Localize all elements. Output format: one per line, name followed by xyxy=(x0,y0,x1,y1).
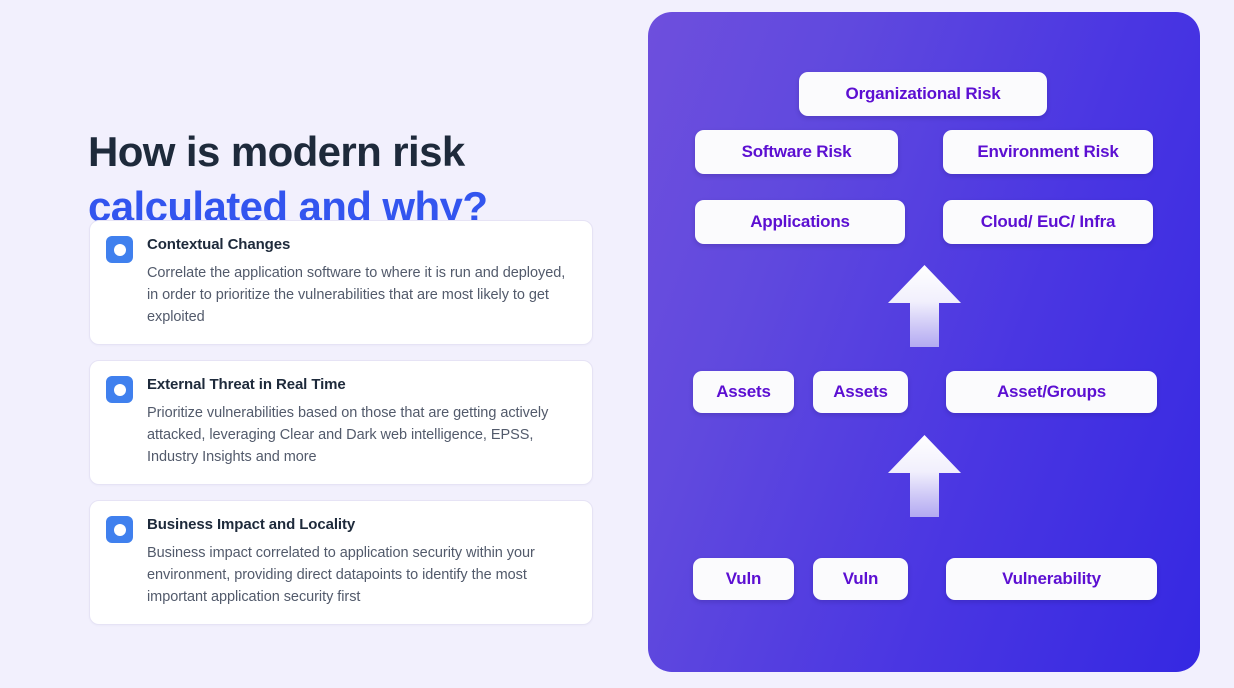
feature-card-title: External Threat in Real Time xyxy=(147,376,346,393)
chip-label: Assets xyxy=(716,382,771,401)
chip-label: Organizational Risk xyxy=(845,84,1001,103)
up-arrow-icon-upper xyxy=(888,265,961,347)
diagram-chip-vulnerability[interactable]: Vulnerability xyxy=(946,558,1157,600)
feature-card-title: Contextual Changes xyxy=(147,236,291,253)
feature-card-description: Business impact correlated to applicatio… xyxy=(147,545,535,605)
feature-card-external-threat[interactable]: External Threat in Real Time Prioritize … xyxy=(89,360,593,485)
risk-hierarchy-diagram-panel: Organizational Risk Software Risk Enviro… xyxy=(648,12,1200,672)
diagram-chip-applications[interactable]: Applications xyxy=(695,200,905,244)
headline-line-1: How is modern risk xyxy=(88,128,465,176)
page-title: How is modern risk calculated and why? xyxy=(88,124,608,234)
feature-card-business-impact[interactable]: Business Impact and Locality Business im… xyxy=(89,500,593,625)
feature-card-list: Contextual Changes Correlate the applica… xyxy=(89,220,593,640)
chip-label: Vulnerability xyxy=(1002,569,1101,588)
chip-label: Environment Risk xyxy=(977,142,1119,161)
diagram-chip-organizational-risk[interactable]: Organizational Risk xyxy=(799,72,1047,116)
feature-card-description: Correlate the application software to wh… xyxy=(147,265,566,325)
diagram-chip-software-risk[interactable]: Software Risk xyxy=(695,130,898,174)
diagram-chip-vuln-left[interactable]: Vuln xyxy=(693,558,794,600)
up-arrow-icon-lower xyxy=(888,435,961,517)
diagram-chip-assets-mid[interactable]: Assets xyxy=(813,371,908,413)
chip-label: Software Risk xyxy=(741,142,852,161)
chip-label: Applications xyxy=(750,212,850,231)
left-content-column: How is modern risk calculated and why? C… xyxy=(0,0,640,688)
filled-circle-badge-icon xyxy=(106,376,133,403)
diagram-chip-cloud-euc-infra[interactable]: Cloud/ EuC/ Infra xyxy=(943,200,1153,244)
filled-circle-badge-icon xyxy=(106,236,133,263)
chip-label: Assets xyxy=(833,382,888,401)
feature-card-title: Business Impact and Locality xyxy=(147,516,356,533)
diagram-chip-asset-groups[interactable]: Asset/Groups xyxy=(946,371,1157,413)
diagram-chip-vuln-mid[interactable]: Vuln xyxy=(813,558,908,600)
filled-circle-badge-icon xyxy=(106,516,133,543)
chip-label: Cloud/ EuC/ Infra xyxy=(980,212,1116,231)
chip-label: Asset/Groups xyxy=(996,382,1107,401)
feature-card-description: Prioritize vulnerabilities based on thos… xyxy=(147,405,549,465)
diagram-chip-environment-risk[interactable]: Environment Risk xyxy=(943,130,1153,174)
chip-label: Vuln xyxy=(842,569,879,588)
feature-card-contextual-changes[interactable]: Contextual Changes Correlate the applica… xyxy=(89,220,593,345)
chip-label: Vuln xyxy=(725,569,762,588)
diagram-chip-assets-left[interactable]: Assets xyxy=(693,371,794,413)
